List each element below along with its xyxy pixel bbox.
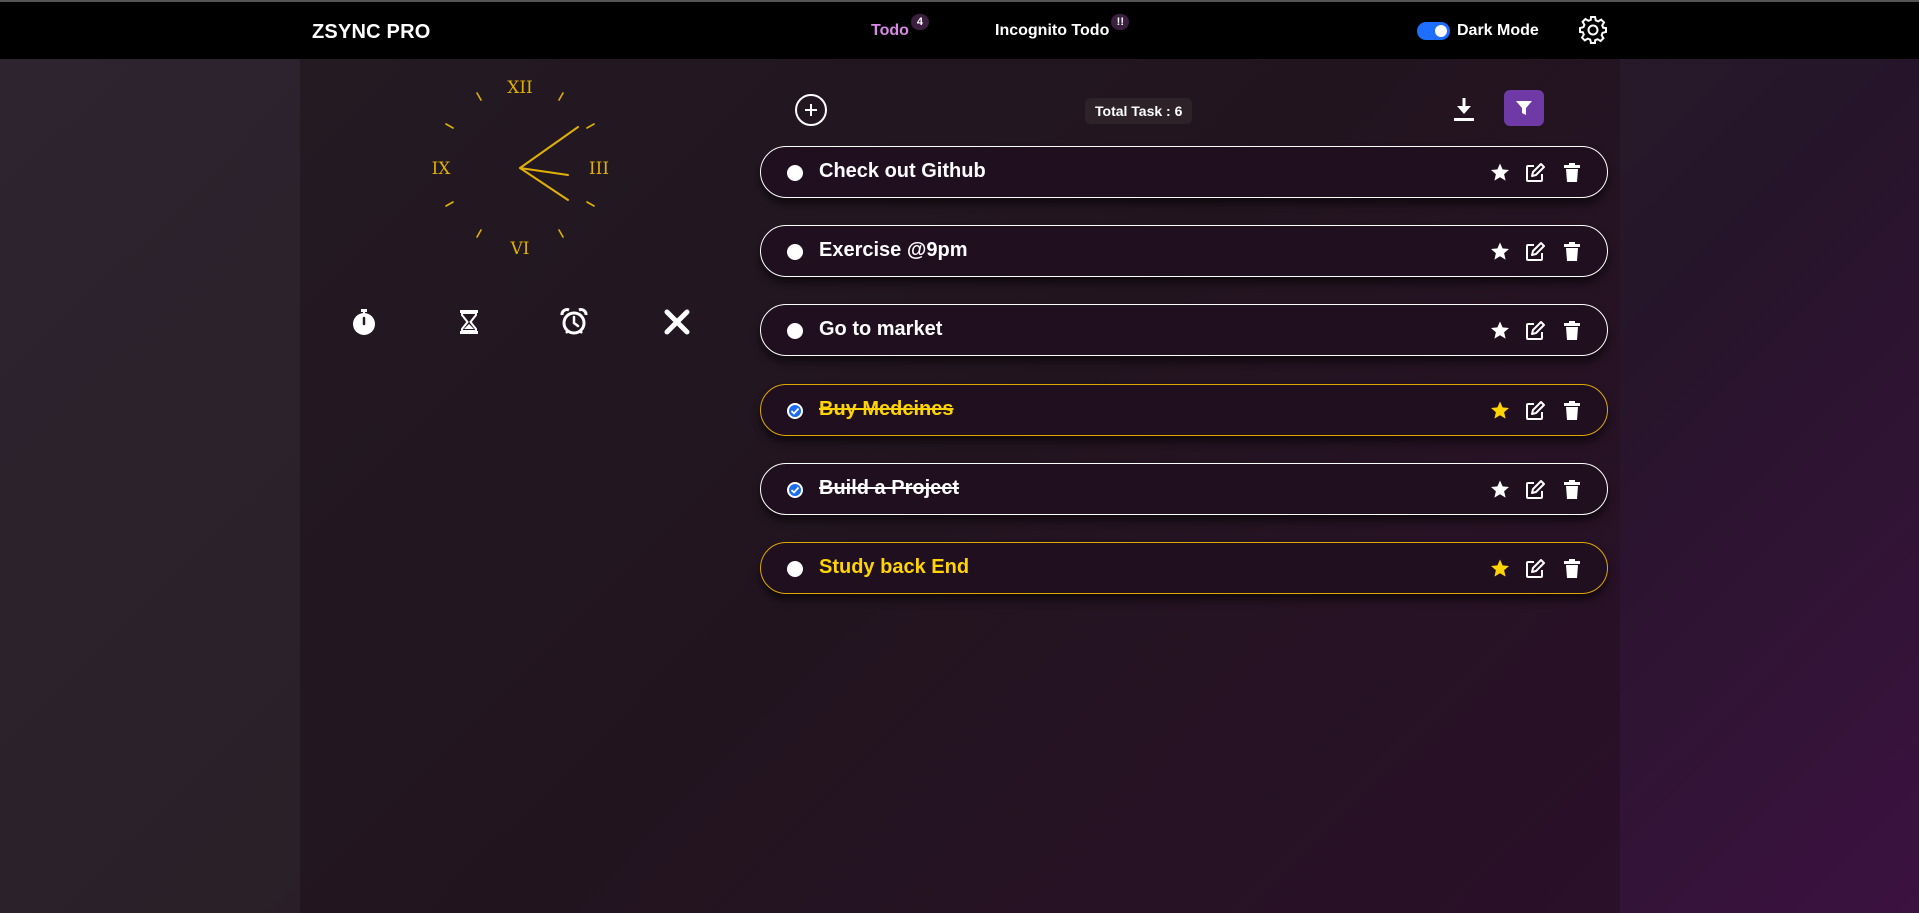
download-icon[interactable] (1452, 96, 1476, 124)
tab-incognito-todo[interactable]: Incognito Todo !! (995, 14, 1130, 40)
task-text: Check out Github (819, 160, 986, 182)
task-item[interactable]: Check out Github (760, 146, 1608, 198)
star-icon[interactable] (1489, 558, 1511, 580)
clock-hands (519, 126, 579, 201)
task-text: Study back End (819, 556, 970, 578)
tab-incognito-label: Incognito Todo (995, 22, 1110, 39)
clock-face: XII III VI IX (432, 78, 609, 259)
task-checkbox[interactable] (787, 165, 803, 181)
edit-icon[interactable] (1524, 241, 1546, 263)
tab-todo[interactable]: Todo 4 (871, 14, 929, 40)
task-item[interactable]: Build a Project (760, 463, 1608, 515)
clock-ticks (445, 92, 595, 238)
trash-icon[interactable] (1561, 400, 1583, 422)
task-checkbox[interactable] (787, 244, 803, 260)
toggle-knob (1435, 25, 1447, 37)
task-item[interactable]: Study back End (760, 542, 1608, 594)
task-text: Exercise @9pm (819, 239, 968, 261)
stopwatch-icon[interactable] (349, 307, 379, 337)
task-checkbox[interactable] (787, 323, 803, 339)
clock-numeral-xii: XII (507, 78, 533, 98)
trash-icon[interactable] (1561, 162, 1583, 184)
analog-clock: XII III VI IX (420, 75, 620, 265)
tab-incognito-badge: !! (1111, 14, 1130, 30)
star-icon[interactable] (1489, 162, 1511, 184)
clock-numeral-ix: IX (432, 159, 452, 179)
filter-button[interactable] (1504, 90, 1544, 126)
task-text: Buy Medcines (819, 398, 954, 420)
trash-icon[interactable] (1561, 320, 1583, 342)
close-icon[interactable] (662, 307, 692, 337)
task-checkbox-checked[interactable] (787, 403, 803, 419)
trash-icon[interactable] (1561, 558, 1583, 580)
total-task-badge: Total Task : 6 (1085, 98, 1193, 124)
star-icon[interactable] (1489, 479, 1511, 501)
plus-circle-icon[interactable] (795, 94, 827, 126)
hourglass-icon[interactable] (454, 307, 484, 337)
clock-minute-hand (519, 126, 579, 169)
task-item[interactable]: Buy Medcines (760, 384, 1608, 436)
task-checkbox-checked[interactable] (787, 482, 803, 498)
star-icon[interactable] (1489, 241, 1511, 263)
clock-numeral-iii: III (589, 159, 609, 179)
dark-mode-toggle[interactable] (1417, 22, 1450, 40)
edit-icon[interactable] (1524, 400, 1546, 422)
tab-todo-badge: 4 (910, 14, 929, 30)
navbar: ZSYNC PRO Todo 4 Incognito Todo !! Dark … (0, 2, 1919, 59)
alarm-clock-icon[interactable] (559, 307, 589, 337)
gear-icon[interactable] (1578, 15, 1608, 45)
clock-numeral-vi: VI (510, 239, 530, 259)
edit-icon[interactable] (1524, 320, 1546, 342)
tab-todo-label: Todo (871, 22, 909, 39)
trash-icon[interactable] (1561, 241, 1583, 263)
dark-mode-label: Dark Mode (1457, 22, 1539, 39)
task-item[interactable]: Go to market (760, 304, 1608, 356)
brand-logo[interactable]: ZSYNC PRO (312, 21, 430, 44)
task-text: Build a Project (819, 477, 960, 499)
star-icon[interactable] (1489, 400, 1511, 422)
filter-icon (1516, 101, 1532, 115)
trash-icon[interactable] (1561, 479, 1583, 501)
edit-icon[interactable] (1524, 479, 1546, 501)
edit-icon[interactable] (1524, 162, 1546, 184)
clock-second-hand (519, 167, 569, 201)
edit-icon[interactable] (1524, 558, 1546, 580)
task-checkbox[interactable] (787, 561, 803, 577)
star-icon[interactable] (1489, 320, 1511, 342)
task-text: Go to market (819, 318, 943, 340)
task-item[interactable]: Exercise @9pm (760, 225, 1608, 277)
